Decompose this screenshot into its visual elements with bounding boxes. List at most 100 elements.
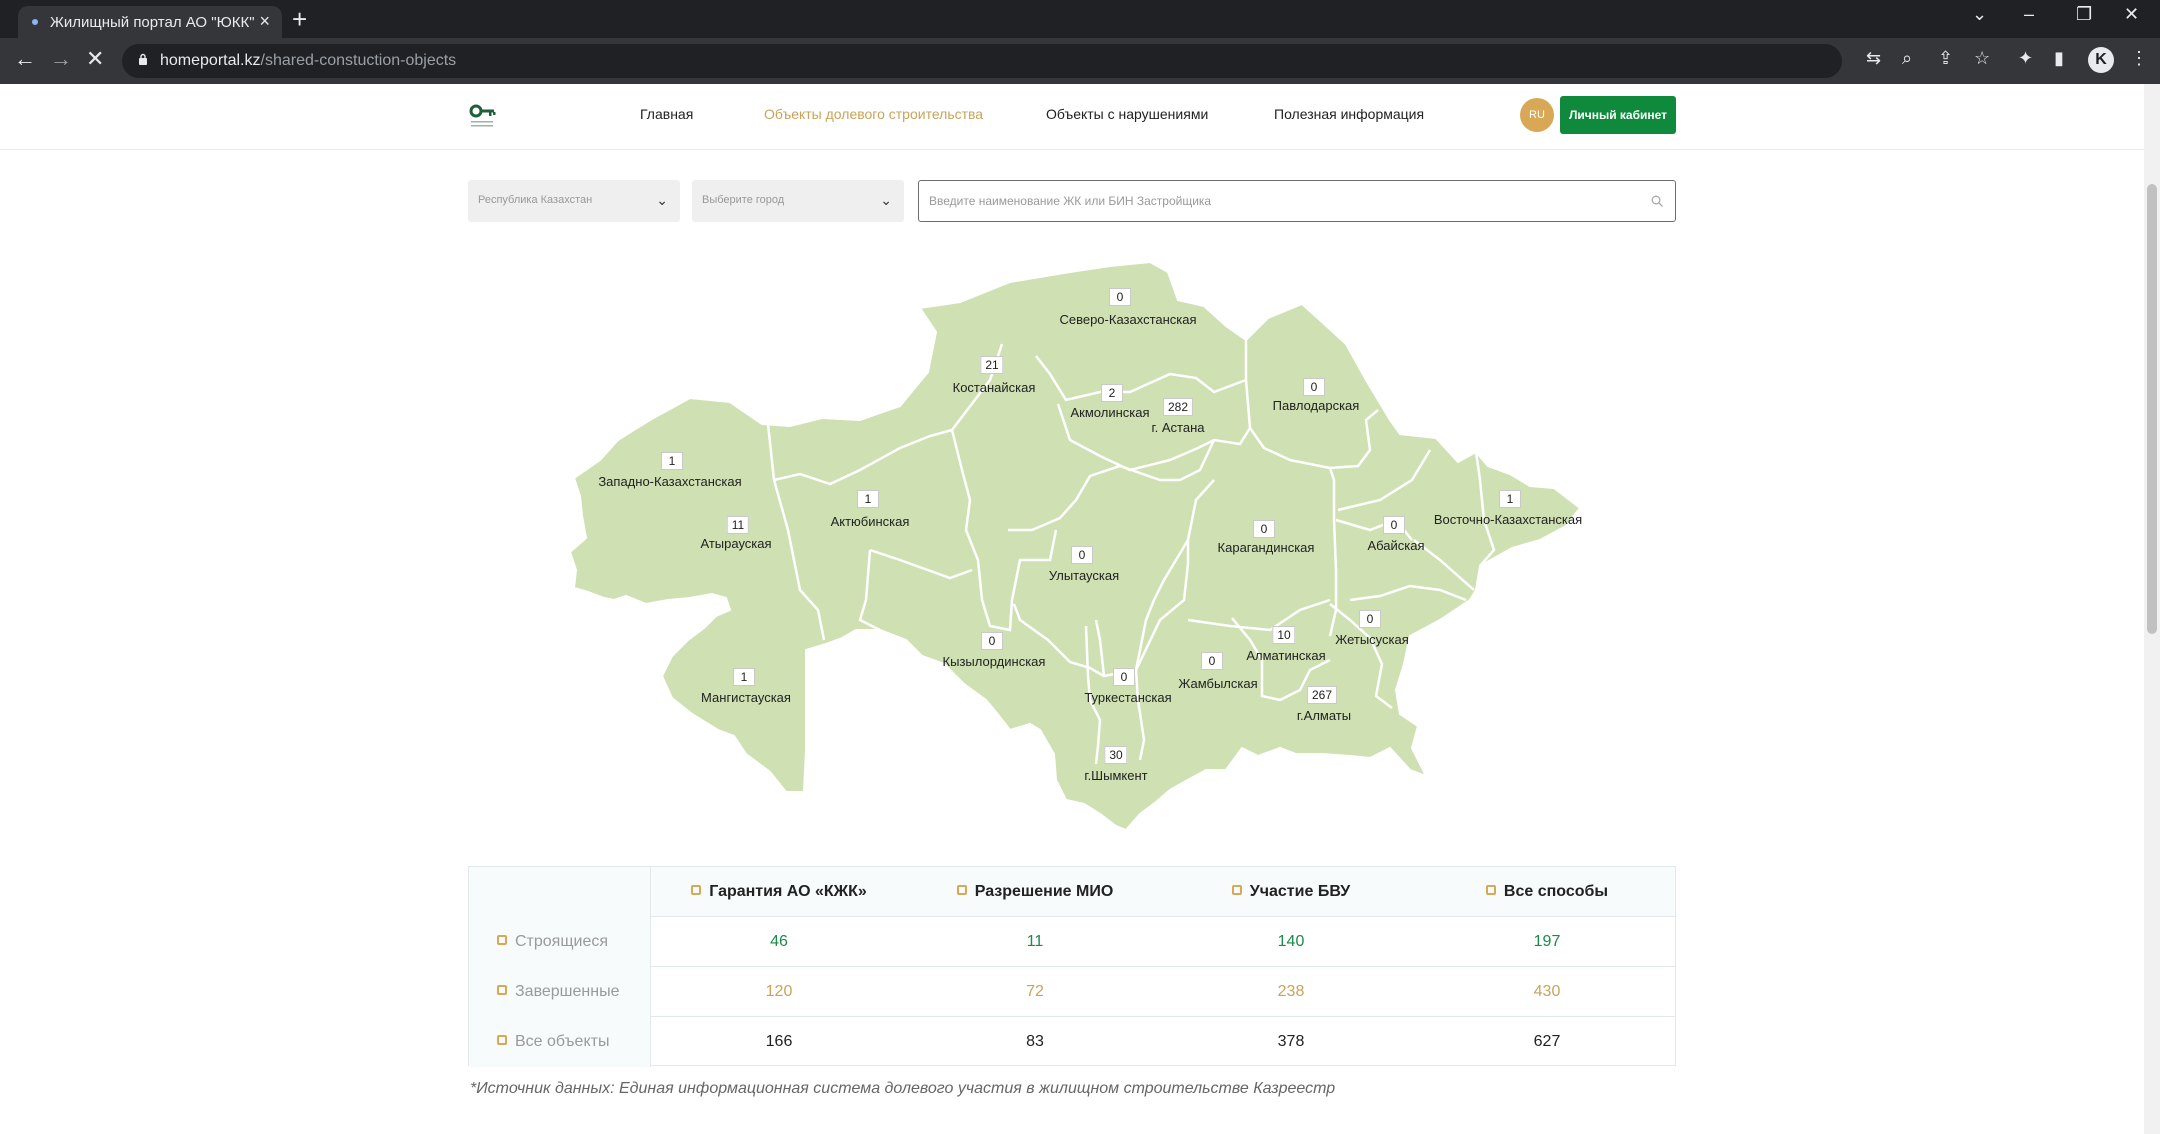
column-header[interactable]: Все способы [1419, 867, 1675, 917]
checkbox-icon[interactable] [1231, 884, 1242, 895]
bookmark-star-icon[interactable]: ☆ [1974, 48, 1990, 69]
region-name[interactable]: г.Шымкент [1084, 768, 1147, 783]
stop-loading-icon[interactable]: ✕ [86, 46, 104, 72]
checkbox-icon[interactable] [956, 884, 967, 895]
region-name[interactable]: Западно-Казахстанская [598, 474, 741, 489]
region-name[interactable]: Павлодарская [1273, 398, 1360, 413]
key-logo-icon[interactable] [468, 102, 498, 130]
search-box [918, 180, 1676, 222]
region-count[interactable]: 10 [1272, 626, 1296, 644]
extensions-icon[interactable]: ✦ [2018, 48, 2033, 69]
city-select-value: Выберите город [702, 194, 785, 206]
region-name[interactable]: Актюбинская [831, 514, 910, 529]
restore-icon[interactable]: ❐ [2076, 4, 2092, 25]
browser-tab[interactable]: Жилищный портал АО "ЮКК" × [18, 6, 282, 38]
table-cell: 430 [1533, 983, 1561, 1000]
search-input[interactable] [929, 190, 1619, 212]
checkbox-icon[interactable] [497, 984, 507, 995]
region-count[interactable]: 0 [1071, 546, 1093, 564]
region-name[interactable]: Мангистауская [701, 690, 791, 705]
table-cell: 46 [770, 933, 788, 950]
region-count[interactable]: 2 [1101, 384, 1123, 402]
chevron-down-icon: ⌄ [880, 192, 892, 208]
table-cell: 72 [1026, 983, 1044, 1000]
browser-tab-bar: Жилищный портал АО "ЮКК" × + ⌄ – ❐ ✕ [0, 0, 2160, 38]
region-count[interactable]: 1 [857, 490, 879, 508]
nav-link-home[interactable]: Главная [640, 106, 693, 122]
region-name[interactable]: г.Алматы [1297, 708, 1351, 723]
personal-cabinet-button[interactable]: Личный кабинет [1560, 96, 1676, 134]
checkbox-icon[interactable] [691, 884, 702, 895]
scrollbar-thumb[interactable] [2147, 184, 2157, 634]
region-count[interactable]: 0 [1253, 520, 1275, 538]
region-count[interactable]: 0 [1383, 516, 1405, 534]
forward-icon[interactable]: → [50, 46, 72, 72]
nav-link-shared-objects[interactable]: Объекты долевого строительства [764, 106, 983, 122]
region-count[interactable]: 1 [661, 452, 683, 470]
region-count[interactable]: 282 [1162, 398, 1194, 416]
checkbox-icon[interactable] [497, 934, 507, 945]
region-count[interactable]: 267 [1306, 686, 1338, 704]
checkbox-icon[interactable] [497, 1034, 507, 1045]
region-count[interactable]: 0 [1359, 610, 1381, 628]
region-name[interactable]: Абайская [1367, 538, 1424, 553]
table-cell: 197 [1533, 933, 1561, 950]
url-field[interactable]: homeportal.kz/shared-constuction-objects [122, 44, 1842, 78]
region-count[interactable]: 30 [1104, 746, 1128, 764]
nav-link-useful-info[interactable]: Полезная информация [1274, 106, 1424, 122]
row-header[interactable]: Строящиеся [469, 917, 651, 967]
checkbox-icon[interactable] [1485, 884, 1496, 895]
side-panel-icon[interactable]: ▮ [2054, 48, 2064, 69]
region-count[interactable]: 11 [726, 516, 750, 534]
region-name[interactable]: Туркестанская [1084, 690, 1171, 705]
loading-icon [32, 19, 38, 25]
region-name[interactable]: Карагандинская [1218, 540, 1315, 555]
region-count[interactable]: 0 [981, 632, 1003, 650]
close-tab-icon[interactable]: × [259, 11, 270, 32]
region-select[interactable]: Республика Казахстан ⌄ [468, 180, 680, 222]
region-count[interactable]: 0 [1109, 288, 1131, 306]
region-name[interactable]: Восточно-Казахстанская [1434, 512, 1582, 527]
region-name[interactable]: Жетысуская [1335, 632, 1409, 647]
new-tab-icon[interactable]: + [292, 4, 307, 35]
lock-icon [139, 53, 147, 65]
close-window-icon[interactable]: ✕ [2124, 4, 2139, 25]
column-header[interactable]: Разрешение МИО [907, 867, 1163, 917]
tab-title: Жилищный портал АО "ЮКК" [50, 14, 255, 31]
row-header[interactable]: Все объекты [469, 1017, 651, 1067]
region-name[interactable]: Алматинская [1246, 648, 1325, 663]
column-header[interactable]: Участие БВУ [1163, 867, 1419, 917]
region-name[interactable]: Жамбылская [1178, 676, 1257, 691]
region-name[interactable]: Атырауская [700, 536, 771, 551]
region-name[interactable]: Кызылординская [943, 654, 1046, 669]
language-switch[interactable]: RU [1520, 98, 1554, 132]
share-icon[interactable]: ⇪ [1938, 48, 1953, 69]
region-name[interactable]: Акмолинская [1070, 405, 1149, 420]
zoom-icon[interactable]: ⌕ [1902, 48, 1912, 69]
column-header[interactable]: Гарантия АО «КЖК» [651, 867, 907, 917]
region-name[interactable]: Улытауская [1049, 568, 1119, 583]
table-cell: 238 [1277, 983, 1305, 1000]
tab-search-icon[interactable]: ⌄ [1972, 4, 1987, 25]
page-scrollbar[interactable] [2144, 84, 2160, 1134]
region-name[interactable]: г. Астана [1152, 420, 1205, 435]
region-count[interactable]: 1 [733, 668, 755, 686]
region-name[interactable]: Костанайская [953, 380, 1036, 395]
back-icon[interactable]: ← [14, 46, 36, 72]
minimize-icon[interactable]: – [2024, 4, 2034, 25]
city-select[interactable]: Выберите город ⌄ [692, 180, 904, 222]
region-count[interactable]: 0 [1303, 378, 1325, 396]
region-count[interactable]: 1 [1499, 490, 1521, 508]
table-row: Завершенные 120 72 238 430 [469, 967, 1675, 1017]
profile-avatar[interactable]: K [2088, 47, 2114, 73]
region-count[interactable]: 0 [1201, 652, 1223, 670]
nav-link-violations[interactable]: Объекты с нарушениями [1046, 106, 1208, 122]
region-count[interactable]: 21 [980, 356, 1004, 374]
row-header[interactable]: Завершенные [469, 967, 651, 1017]
chrome-menu-icon[interactable]: ⋮ [2130, 48, 2148, 69]
region-name[interactable]: Северо-Казахстанская [1059, 312, 1196, 327]
translate-icon[interactable]: ⇆ [1866, 48, 1881, 69]
region-count[interactable]: 0 [1113, 668, 1135, 686]
search-icon[interactable] [1651, 195, 1663, 207]
table-cell: 166 [765, 1033, 793, 1050]
